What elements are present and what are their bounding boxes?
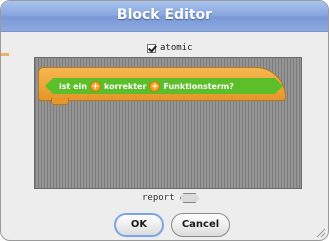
left-edge-accent: [1, 53, 9, 56]
block-text-3: Funktionsterm?: [163, 81, 234, 91]
predicate-block-prototype[interactable]: ist ein + korrekter + Funktionsterm?: [45, 78, 283, 94]
atomic-option[interactable]: atomic: [147, 42, 193, 54]
report-input-slot[interactable]: [179, 193, 200, 203]
add-input-plus-icon[interactable]: +: [90, 81, 101, 92]
add-input-plus-icon[interactable]: +: [149, 81, 160, 92]
ok-button[interactable]: OK: [114, 213, 164, 237]
atomic-label: atomic: [160, 43, 193, 53]
block-editor-dialog: Block Editor atomic ist ein + korrekter …: [0, 0, 329, 241]
hat-block-notch: [51, 98, 69, 105]
title-bar[interactable]: Block Editor: [1, 1, 328, 32]
report-row: report: [142, 193, 202, 203]
resize-grip-icon[interactable]: [315, 227, 325, 237]
report-label: report: [142, 193, 175, 203]
atomic-checkbox[interactable]: [147, 43, 156, 53]
block-text-1: ist ein: [59, 81, 87, 91]
block-text-2: korrekter: [103, 81, 147, 91]
dialog-title: Block Editor: [116, 7, 213, 23]
cancel-button[interactable]: Cancel: [171, 213, 230, 237]
